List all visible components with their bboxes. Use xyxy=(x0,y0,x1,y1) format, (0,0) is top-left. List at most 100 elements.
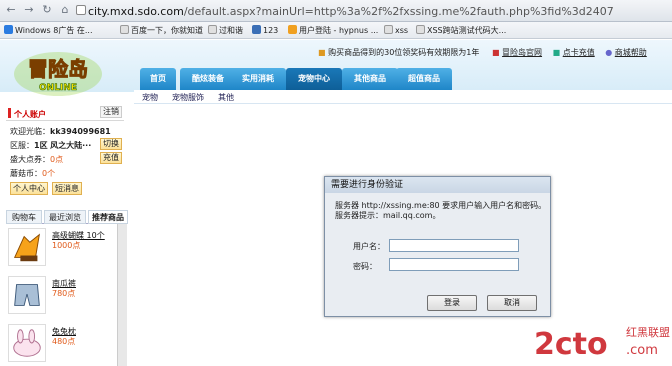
recharge-button[interactable]: 充值 xyxy=(100,152,122,164)
password-field[interactable] xyxy=(389,258,519,271)
pants-icon xyxy=(8,276,46,314)
personal-center-button[interactable]: 个人中心 xyxy=(10,182,48,195)
username-label: 用户名： xyxy=(353,242,385,251)
bookmark-item[interactable]: xss xyxy=(384,25,408,37)
logo-subtext: ONLINE xyxy=(39,83,77,93)
points-value: 0点 xyxy=(50,155,64,164)
refresh-icon[interactable]: ↻ xyxy=(40,3,54,17)
mushroom-value: 0个 xyxy=(42,169,56,178)
url-host: city.mxd.sdo.com xyxy=(88,5,184,18)
dialog-message-line: 服务器提示：mail.qq.com。 xyxy=(335,211,441,220)
logout-button[interactable]: 注销 xyxy=(100,106,122,118)
subnav-pets[interactable]: 宠物 xyxy=(142,92,158,103)
url-field[interactable]: city.mxd.sdo.com/default.aspx?mainUrl=ht… xyxy=(88,5,614,18)
password-label: 密码： xyxy=(353,262,377,271)
watermark-brand: 2cto xyxy=(534,327,608,362)
bookmark-label: 百度一下，你就知道 xyxy=(131,26,203,35)
tab-other-goods[interactable]: 其他商品 xyxy=(342,68,398,90)
forward-icon[interactable]: → xyxy=(22,3,36,17)
tab-equipment[interactable]: 酷炫装备 xyxy=(180,68,236,90)
server-name: 风之大陆··· xyxy=(50,141,92,150)
zone-row: 区服：1区 风之大陆··· xyxy=(10,140,91,151)
windows-icon xyxy=(4,25,13,34)
divider xyxy=(6,120,124,121)
login-button[interactable]: 登录 xyxy=(427,295,477,311)
tab-value-goods[interactable]: 超值商品 xyxy=(396,68,452,90)
welcome-label: 欢迎光临： xyxy=(10,127,50,136)
account-title: 个人账户 xyxy=(8,108,46,120)
bookmark-label: 123 xyxy=(263,26,279,35)
product-item[interactable]: 高级蝴蝶 10个 1000点 xyxy=(6,226,116,270)
product-item[interactable]: 南瓜裤 780点 xyxy=(6,274,116,318)
bookmark-label: xss xyxy=(395,26,409,35)
help-link[interactable]: 商城帮助 xyxy=(615,48,647,57)
page-icon xyxy=(120,25,129,34)
bookmark-item[interactable]: 用户登陆 - hypnus ... xyxy=(288,25,378,37)
tab-consumables[interactable]: 实用消耗 xyxy=(230,68,286,90)
butterfly-icon xyxy=(8,228,46,266)
tab-pet-center[interactable]: 宠物中心 xyxy=(286,68,342,90)
recharge-link[interactable]: 点卡充值 xyxy=(563,48,595,57)
site-icon xyxy=(288,25,297,34)
bookmark-item[interactable]: Windows 8广告 在... xyxy=(4,25,93,37)
points-row: 盛大点券：0点 xyxy=(10,154,63,165)
dialog-title: 需要进行身份验证 xyxy=(325,177,550,193)
product-price: 1000点 xyxy=(52,241,81,250)
watermark-tag: 红黑联盟 xyxy=(626,326,670,339)
site-watermark: 2cto 红黑联盟 .com xyxy=(534,326,670,362)
page-icon xyxy=(76,5,86,15)
recharge-icon: ■ xyxy=(552,48,561,57)
account-title-text: 个人账户 xyxy=(14,110,46,119)
mushroom-label: 蘑菇币： xyxy=(10,169,42,178)
product-price: 480点 xyxy=(52,337,76,346)
cancel-button[interactable]: 取消 xyxy=(487,295,537,311)
notice-icon: ■ xyxy=(318,48,326,57)
site-icon xyxy=(252,25,261,34)
tab-cart[interactable]: 购物车 xyxy=(6,210,42,224)
tab-recommended[interactable]: 推荐商品 xyxy=(88,210,128,224)
maplestory-logo[interactable]: 冒险岛 ONLINE xyxy=(8,46,108,100)
bookmark-label: 用户登陆 - hypnus ... xyxy=(299,26,379,35)
welcome-row: 欢迎光临：kk394099681 xyxy=(10,126,111,137)
help-icon: ● xyxy=(605,48,613,57)
product-scrollbar[interactable] xyxy=(117,224,127,366)
product-tabs: 购物车 最近浏览 推荐商品 xyxy=(6,210,128,224)
title-bar-icon xyxy=(8,108,11,118)
tab-home[interactable]: 首页 xyxy=(140,68,176,90)
bookmark-item[interactable]: 123 xyxy=(252,25,278,37)
points-label: 盛大点券： xyxy=(10,155,50,164)
logo-text: 冒险岛 xyxy=(28,57,88,81)
bookmark-item[interactable]: 过和谐 xyxy=(208,25,243,37)
switch-button[interactable]: 切换 xyxy=(100,138,122,150)
notice-text: 购买商品得到的30位领奖码有效期限为1年 xyxy=(328,48,480,57)
official-site-link[interactable]: 冒险岛官网 xyxy=(502,48,542,57)
watermark-suffix: .com xyxy=(626,343,658,358)
sub-nav: 宠物 宠物服饰 其他 xyxy=(134,90,672,104)
zone-value: 1区 xyxy=(34,141,48,150)
bookmark-item[interactable]: XSS跨站测试代码大... xyxy=(416,25,506,37)
bookmark-item[interactable]: 百度一下，你就知道 xyxy=(120,25,203,37)
subnav-other[interactable]: 其他 xyxy=(218,92,234,103)
product-item[interactable]: 兔兔枕 480点 xyxy=(6,322,116,366)
browser-toolbar: ← → ↻ ⌂ city.mxd.sdo.com/default.aspx?ma… xyxy=(0,0,672,22)
bookmark-label: 过和谐 xyxy=(219,26,243,35)
points-icon: ■ xyxy=(491,48,500,57)
account-panel: 个人账户 注销 欢迎光临：kk394099681 区服：1区 风之大陆··· 切… xyxy=(0,98,130,366)
page-icon xyxy=(208,25,217,34)
auth-dialog: 需要进行身份验证 服务器 http://xssing.me:80 要求用户输入用… xyxy=(324,176,551,317)
bookmarks-bar: Windows 8广告 在... 百度一下，你就知道 过和谐 123 用户登陆 … xyxy=(0,22,672,39)
url-path: /default.aspx?mainUrl=http%3a%2f%2fxssin… xyxy=(183,5,614,18)
messages-button[interactable]: 短消息 xyxy=(52,182,82,195)
subnav-pet-clothes[interactable]: 宠物服饰 xyxy=(172,92,204,103)
username: kk394099681 xyxy=(50,127,111,136)
bunny-pillow-icon xyxy=(8,324,46,362)
mushroom-row: 蘑菇币：0个 xyxy=(10,168,55,179)
zone-label: 区服： xyxy=(10,141,34,150)
bookmark-label: Windows 8广告 在... xyxy=(15,26,93,35)
home-icon[interactable]: ⌂ xyxy=(58,3,72,17)
tab-recent[interactable]: 最近浏览 xyxy=(44,210,86,224)
main-nav: 首页 酷炫装备 实用消耗 宠物中心 其他商品 超值商品 xyxy=(134,68,654,90)
back-icon[interactable]: ← xyxy=(4,3,18,17)
username-field[interactable] xyxy=(389,239,519,252)
product-price: 780点 xyxy=(52,289,76,298)
